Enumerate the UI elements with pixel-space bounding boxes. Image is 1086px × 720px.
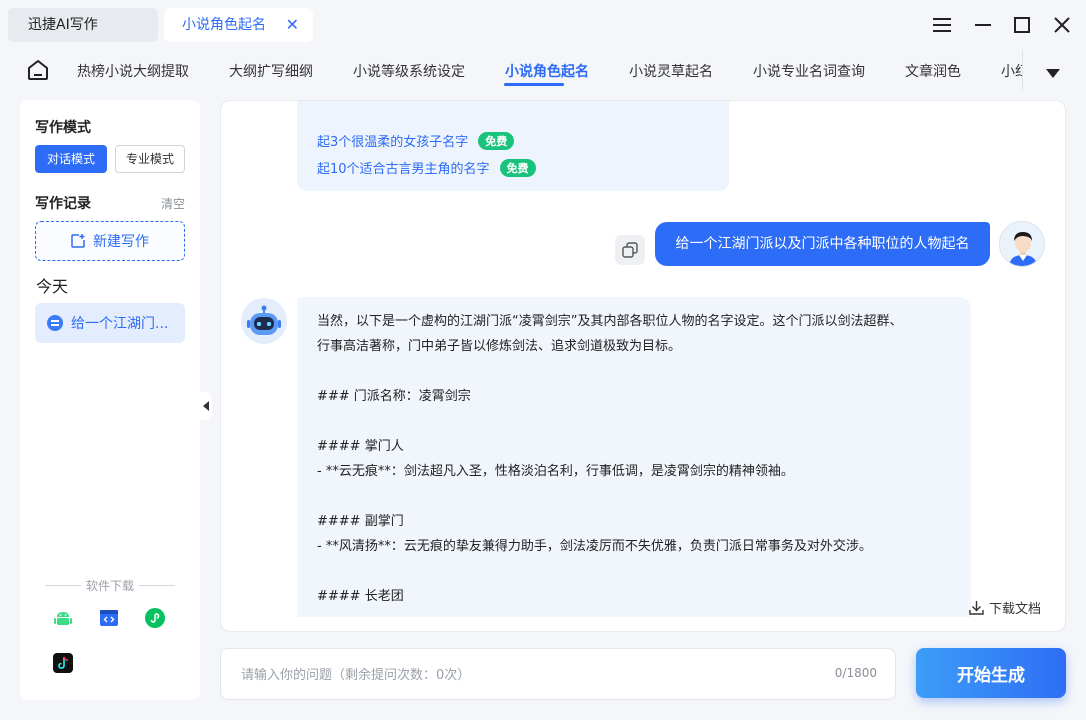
new-writing-button[interactable]: 新建写作 bbox=[35, 221, 185, 261]
collapse-sidebar-handle[interactable] bbox=[200, 392, 212, 420]
bot-message-line: #### 掌门人 bbox=[317, 439, 404, 454]
history-item-label: 给一个江湖门... bbox=[71, 316, 169, 332]
copy-message-button[interactable] bbox=[615, 235, 645, 265]
clear-history-link[interactable]: 清空 bbox=[161, 195, 185, 212]
user-avatar bbox=[999, 221, 1045, 267]
download-icon bbox=[969, 601, 984, 615]
question-input[interactable] bbox=[241, 663, 801, 687]
tab-label: 迅捷AI写作 bbox=[28, 17, 98, 33]
suggestion-item[interactable]: 起10个适合古言男主角的名字 免费 bbox=[317, 158, 536, 177]
title-bar: 迅捷AI写作 小说角色起名 ✕ bbox=[0, 0, 1086, 50]
history-group-today: 今天 bbox=[36, 277, 69, 296]
suggestion-item[interactable]: 起3个很温柔的女孩子名字 免费 bbox=[317, 131, 515, 150]
bot-message-line: - **风清扬**：云无痕的挚友兼得力助手，剑法凌厉而不失优雅，负责门派日常事务… bbox=[317, 539, 872, 554]
suggestion-box: 起3个很温柔的女孩子名字 免费 起10个适合古言男主角的名字 免费 bbox=[297, 100, 729, 191]
bot-message-line: 行事高洁著称，门中弟子皆以修炼剑法、追求剑道极致为目标。 bbox=[317, 339, 682, 354]
maximize-icon[interactable] bbox=[1009, 12, 1035, 38]
bot-message: 当然，以下是一个虚构的江湖门派“凌霄剑宗”及其内部各职位人物的名字设定。这个门派… bbox=[297, 297, 971, 617]
pro-mode-button[interactable]: 专业模式 bbox=[115, 145, 185, 173]
dropdown-arrow-icon[interactable] bbox=[1046, 64, 1060, 83]
nav-item-hot-outline[interactable]: 热榜小说大纲提取 bbox=[77, 61, 189, 81]
generate-button[interactable]: 开始生成 bbox=[916, 648, 1066, 698]
bot-message-line: ### 门派名称：凌霄剑宗 bbox=[317, 389, 471, 404]
history-item[interactable]: 给一个江湖门... bbox=[35, 303, 185, 343]
home-icon[interactable] bbox=[26, 58, 50, 82]
chat-panel[interactable]: 起3个很温柔的女孩子名字 免费 起10个适合古言男主角的名字 免费 给一个江湖门… bbox=[220, 100, 1066, 632]
sidebar: 写作模式 对话模式 专业模式 写作记录 清空 新建写作 今天 给一个江湖门...… bbox=[20, 100, 200, 700]
bot-avatar bbox=[241, 298, 287, 344]
record-title: 写作记录 bbox=[35, 196, 91, 212]
menu-icon[interactable] bbox=[929, 12, 955, 38]
suggestion-text: 起3个很温柔的女孩子名字 bbox=[317, 135, 469, 150]
copy-icon bbox=[622, 242, 638, 258]
bot-message-line: #### 副掌门 bbox=[317, 514, 404, 529]
chat-mode-button[interactable]: 对话模式 bbox=[35, 145, 107, 173]
feature-nav: 热榜小说大纲提取 大纲扩写细纲 小说等级系统设定 小说角色起名 小说灵草起名 小… bbox=[0, 50, 1086, 92]
mini-program-icon[interactable] bbox=[145, 608, 165, 628]
minimize-icon[interactable] bbox=[970, 12, 996, 38]
suggestion-item-partial[interactable] bbox=[317, 100, 517, 101]
user-message: 给一个江湖门派以及门派中各种职位的人物起名 bbox=[655, 222, 990, 266]
nav-item-level-system[interactable]: 小说等级系统设定 bbox=[353, 61, 465, 81]
nav-item-more[interactable]: 小红书 bbox=[1001, 61, 1022, 81]
download-document-label: 下载文档 bbox=[989, 602, 1042, 617]
android-icon[interactable] bbox=[53, 608, 73, 628]
nav-divider bbox=[1022, 50, 1023, 90]
collapse-arrow-icon bbox=[203, 401, 209, 411]
char-counter: 0/1800 bbox=[834, 666, 877, 680]
nav-item-character-naming[interactable]: 小说角色起名 bbox=[505, 61, 589, 81]
nav-item-outline-expand[interactable]: 大纲扩写细纲 bbox=[229, 61, 313, 81]
mode-title: 写作模式 bbox=[35, 120, 91, 136]
active-tab-indicator bbox=[504, 83, 564, 86]
nav-item-herb-naming[interactable]: 小说灵草起名 bbox=[629, 61, 713, 81]
suggestion-text: 起10个适合古言男主角的名字 bbox=[317, 162, 490, 177]
tiktok-icon[interactable] bbox=[53, 653, 73, 673]
bot-message-line bbox=[317, 484, 951, 509]
bot-message-line bbox=[317, 409, 951, 434]
nav-item-polish[interactable]: 文章润色 bbox=[905, 61, 961, 81]
download-document-button[interactable]: 下载文档 bbox=[969, 598, 1041, 617]
free-badge: 免费 bbox=[478, 131, 515, 150]
bot-message-line: 当然，以下是一个虚构的江湖门派“凌霄剑宗”及其内部各职位人物的名字设定。这个门派… bbox=[317, 314, 903, 329]
chat-history-icon bbox=[47, 315, 63, 331]
download-title: 软件下载 bbox=[45, 577, 175, 594]
windows-app-icon[interactable] bbox=[99, 608, 119, 628]
bot-message-line bbox=[317, 359, 951, 384]
close-tab-icon[interactable]: ✕ bbox=[286, 8, 299, 42]
new-document-icon bbox=[71, 234, 85, 248]
bot-message-line: #### 长老团 bbox=[317, 589, 404, 604]
tab-xunjie-ai[interactable]: 迅捷AI写作 bbox=[8, 8, 158, 42]
question-input-box[interactable]: 0/1800 bbox=[220, 648, 896, 700]
nav-item-term-lookup[interactable]: 小说专业名词查询 bbox=[753, 61, 865, 81]
close-window-icon[interactable] bbox=[1049, 12, 1075, 38]
bot-message-line bbox=[317, 559, 951, 584]
free-badge: 免费 bbox=[499, 158, 536, 177]
new-writing-label: 新建写作 bbox=[93, 234, 149, 250]
tab-novel-character-naming[interactable]: 小说角色起名 ✕ bbox=[164, 8, 313, 42]
bot-message-line: - **云无痕**：剑法超凡入圣，性格淡泊名利，行事低调，是凌霄剑宗的精神领袖。 bbox=[317, 464, 794, 479]
tab-label: 小说角色起名 bbox=[182, 17, 266, 33]
